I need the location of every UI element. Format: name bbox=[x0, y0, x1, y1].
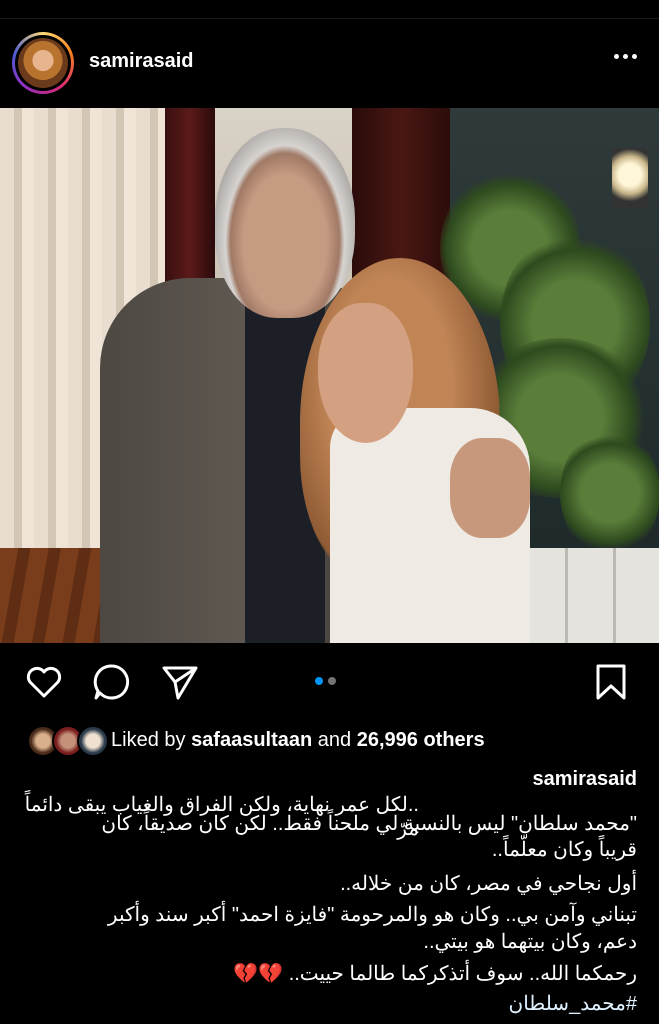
liker-username[interactable]: safaasultaan bbox=[191, 729, 312, 751]
comment-icon[interactable] bbox=[90, 660, 134, 704]
caption-line: رحمكما الله.. سوف أتذكركما طالما حييت.. … bbox=[233, 963, 637, 985]
post-username[interactable]: samirasaid bbox=[89, 50, 194, 73]
post-actions bbox=[0, 660, 659, 710]
carousel-dot bbox=[328, 677, 336, 685]
carousel-indicator bbox=[315, 677, 336, 685]
caption-line: أول نجاحي في مصر، كان من خلاله.. bbox=[340, 873, 637, 895]
post-header: samirasaid bbox=[0, 28, 659, 98]
carousel-dot-active bbox=[315, 677, 323, 685]
caption-line: دعم، وكان بيتهما هو بيتي.. bbox=[423, 931, 637, 953]
more-icon[interactable] bbox=[614, 54, 637, 59]
hashtag-link[interactable]: #محمد_سلطان bbox=[17, 992, 638, 1016]
heart-icon[interactable] bbox=[22, 660, 66, 704]
send-icon[interactable] bbox=[158, 660, 202, 704]
likes-summary: Liked by safaasultaan and 26,996 others bbox=[111, 729, 485, 751]
caption-line: تبناني وآمن بي.. وكان هو والمرحومة "فايز… bbox=[107, 904, 637, 926]
post-photo[interactable] bbox=[0, 108, 659, 643]
liker-avatar bbox=[77, 725, 109, 757]
caption-username[interactable]: samirasaid bbox=[532, 768, 637, 791]
story-ring[interactable] bbox=[12, 32, 74, 94]
caption-line: "محمد سلطان" ليس بالنسبة لي ملحناً فقط..… bbox=[101, 813, 637, 835]
likes-row[interactable]: Liked by safaasultaan and 26,996 others bbox=[0, 725, 659, 759]
status-divider bbox=[0, 0, 659, 19]
caption-line: قريباً وكان معلّماً.. bbox=[491, 839, 637, 861]
lamp bbox=[612, 148, 648, 208]
likes-count[interactable]: 26,996 others bbox=[357, 729, 485, 751]
avatar[interactable] bbox=[18, 38, 68, 88]
bookmark-icon[interactable] bbox=[589, 660, 633, 704]
